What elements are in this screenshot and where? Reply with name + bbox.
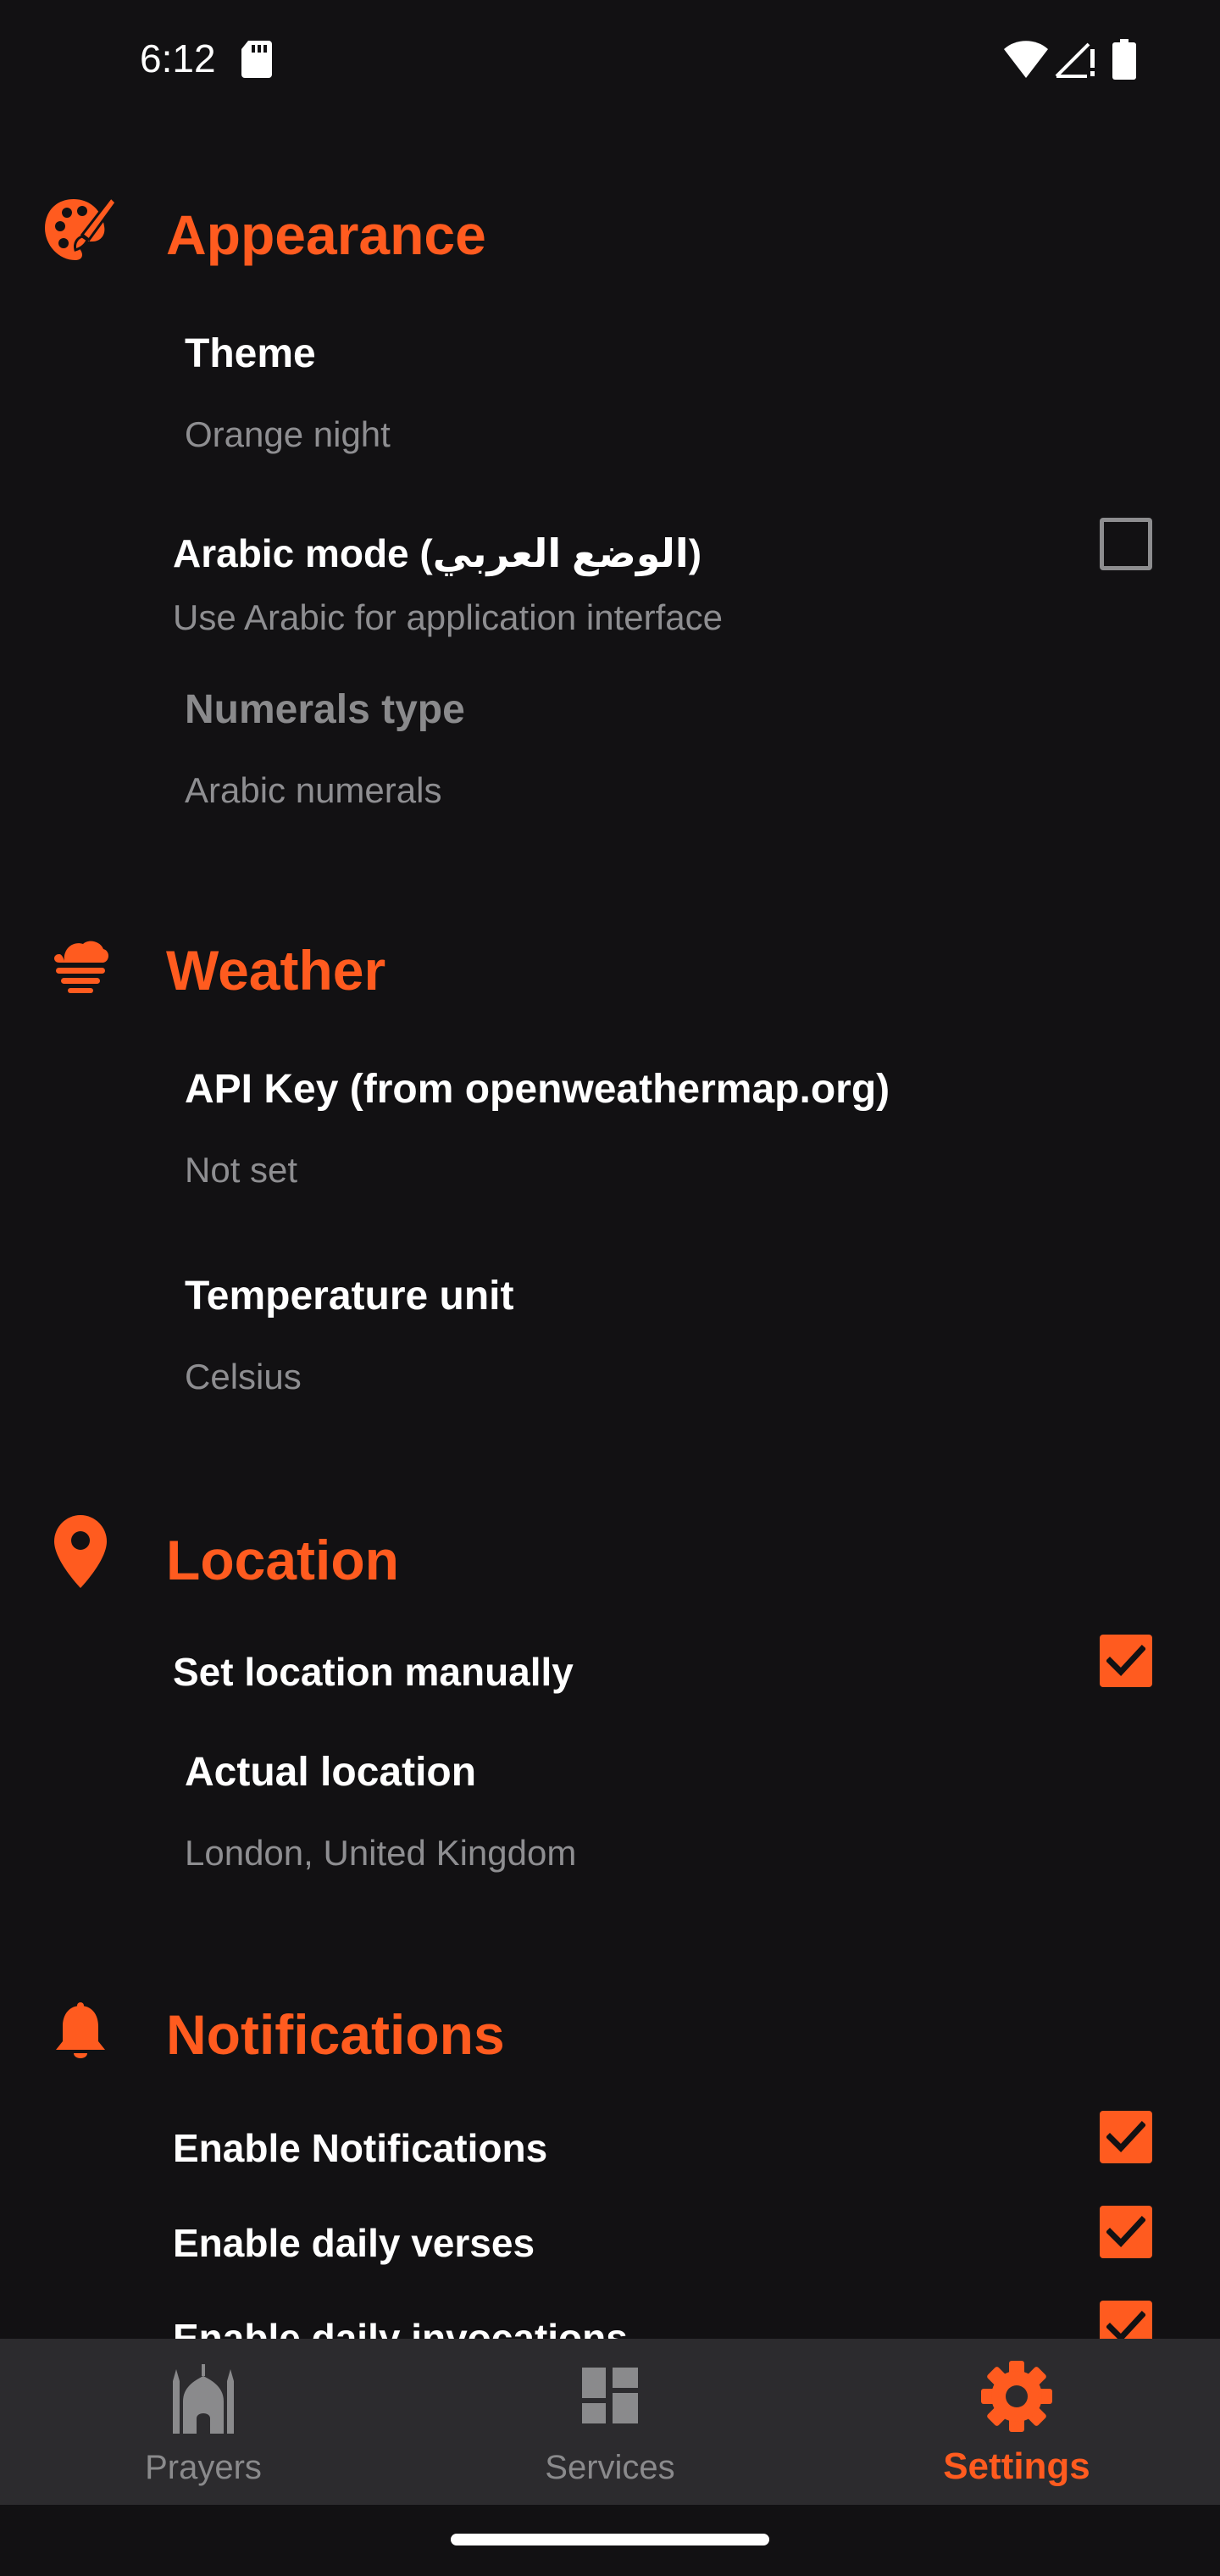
numerals-type-summary: Arabic numerals [185, 770, 442, 810]
sd-card-icon [241, 41, 272, 82]
api-key-preference[interactable]: API Key (from openweathermap.org) Not se… [0, 1049, 1220, 1227]
section-title-location: Location [166, 1529, 399, 1591]
nav-item-services[interactable]: Services [407, 2339, 813, 2505]
theme-title: Theme [185, 331, 316, 376]
arabic-mode-title: Arabic mode (الوضع العربي) [173, 531, 702, 575]
checkmark-icon [1106, 2121, 1145, 2153]
actual-location-preference[interactable]: Actual location London, United Kingdom [0, 1732, 1220, 1901]
gear-icon [979, 2359, 1054, 2438]
dashboard-icon [582, 2368, 638, 2428]
numerals-type-title: Numerals type [185, 687, 465, 732]
set-location-manually-title: Set location manually [173, 1650, 574, 1694]
weather-cloud-icon [42, 927, 119, 1003]
daily-verses-title: Enable daily verses [173, 2221, 535, 2265]
location-section-header: Location [0, 1513, 1220, 1607]
palette-icon [42, 192, 119, 268]
appearance-section-header: Appearance [0, 188, 1220, 281]
api-key-title: API Key (from openweathermap.org) [185, 1067, 890, 1112]
mosque-icon [171, 2362, 236, 2438]
theme-preference[interactable]: Theme Orange night [0, 314, 1220, 483]
weather-section-header: Weather [0, 924, 1220, 1017]
api-key-summary: Not set [185, 1150, 298, 1190]
nav-label-settings: Settings [943, 2446, 1090, 2487]
status-bar: 6:12 [0, 0, 1220, 119]
enable-notifications-preference[interactable]: Enable Notifications [0, 2103, 1220, 2196]
section-title-notifications: Notifications [166, 2003, 505, 2066]
theme-summary: Orange night [185, 414, 391, 454]
arabic-mode-checkbox[interactable] [1100, 518, 1152, 570]
set-location-manually-preference[interactable]: Set location manually [0, 1627, 1220, 1720]
wifi-icon [1004, 41, 1048, 82]
daily-invocations-preference[interactable]: Enable daily invocations [0, 2293, 1220, 2339]
arabic-mode-summary: Use Arabic for application interface [173, 597, 724, 637]
set-location-manually-checkbox[interactable] [1100, 1635, 1152, 1687]
bell-icon [42, 1995, 119, 2071]
nav-label-services: Services [545, 2449, 675, 2486]
actual-location-title: Actual location [185, 1750, 477, 1795]
temperature-unit-summary: Celsius [185, 1357, 302, 1396]
checkmark-icon [1106, 2311, 1145, 2339]
battery-icon [1112, 39, 1136, 84]
actual-location-summary: London, United Kingdom [185, 1833, 577, 1873]
nav-item-prayers[interactable]: Prayers [0, 2339, 407, 2505]
location-pin-icon [42, 1513, 119, 1590]
notifications-section-header: Notifications [0, 1988, 1220, 2081]
enable-notifications-title: Enable Notifications [173, 2126, 548, 2170]
signal-icon [1055, 41, 1097, 82]
daily-invocations-title: Enable daily invocations [173, 2316, 628, 2339]
checkmark-icon [1106, 2216, 1145, 2248]
checkmark-icon [1106, 1645, 1145, 1677]
temperature-unit-title: Temperature unit [185, 1274, 514, 1319]
status-time: 6:12 [140, 36, 216, 80]
section-title-weather: Weather [166, 939, 386, 1002]
numerals-type-preference[interactable]: Numerals type Arabic numerals [0, 669, 1220, 839]
gesture-navigation-bar[interactable] [451, 2534, 769, 2545]
daily-verses-checkbox[interactable] [1100, 2206, 1152, 2258]
bottom-navigation: Prayers Services Settings [0, 2339, 1220, 2505]
temperature-unit-preference[interactable]: Temperature unit Celsius [0, 1256, 1220, 1434]
enable-notifications-checkbox[interactable] [1100, 2111, 1152, 2163]
daily-invocations-checkbox[interactable] [1100, 2301, 1152, 2339]
daily-verses-preference[interactable]: Enable daily verses [0, 2198, 1220, 2291]
section-title-appearance: Appearance [166, 203, 486, 266]
nav-label-prayers: Prayers [145, 2449, 262, 2486]
arabic-mode-preference[interactable]: Arabic mode (الوضع العربي) Use Arabic fo… [0, 500, 1220, 652]
nav-item-settings[interactable]: Settings [813, 2339, 1220, 2505]
